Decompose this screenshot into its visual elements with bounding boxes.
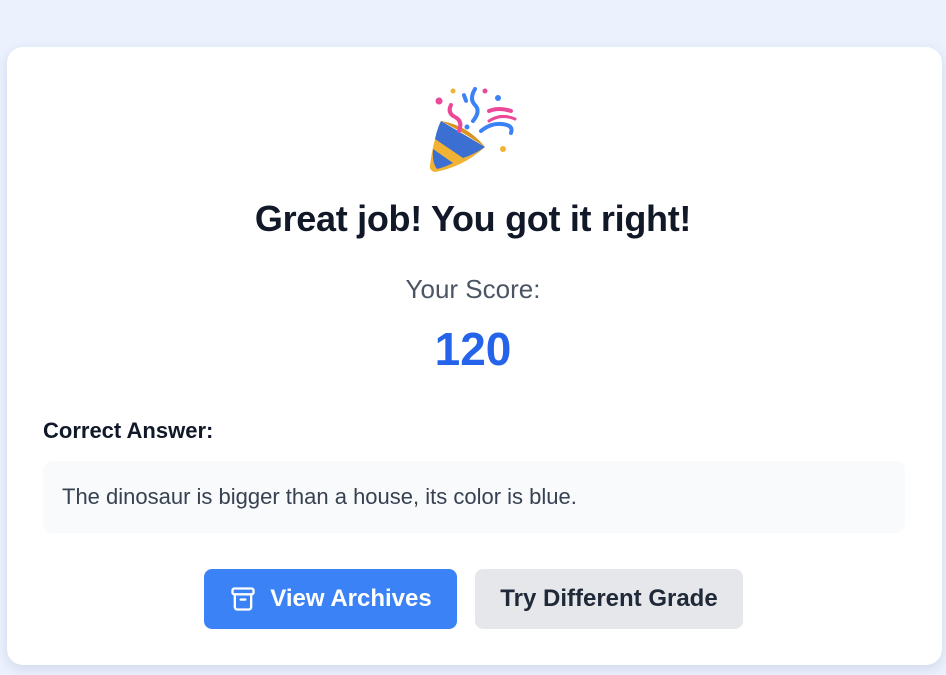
score-label: Your Score: [405,274,541,304]
correct-answer-heading: Correct Answer: [43,418,214,443]
view-archives-button[interactable]: View Archives [204,569,457,629]
score-value: 120 [434,323,512,375]
correct-answer-text: The dinosaur is bigger than a house, its… [62,484,577,509]
correct-answer-box: The dinosaur is bigger than a house, its… [43,461,905,533]
archive-box-icon [231,587,255,611]
view-archives-label: View Archives [270,585,432,612]
try-different-grade-label: Try Different Grade [500,585,718,612]
result-headline: Great job! You got it right! [254,198,692,239]
try-different-grade-button[interactable]: Try Different Grade [475,569,743,629]
party-popper-icon [429,87,517,172]
